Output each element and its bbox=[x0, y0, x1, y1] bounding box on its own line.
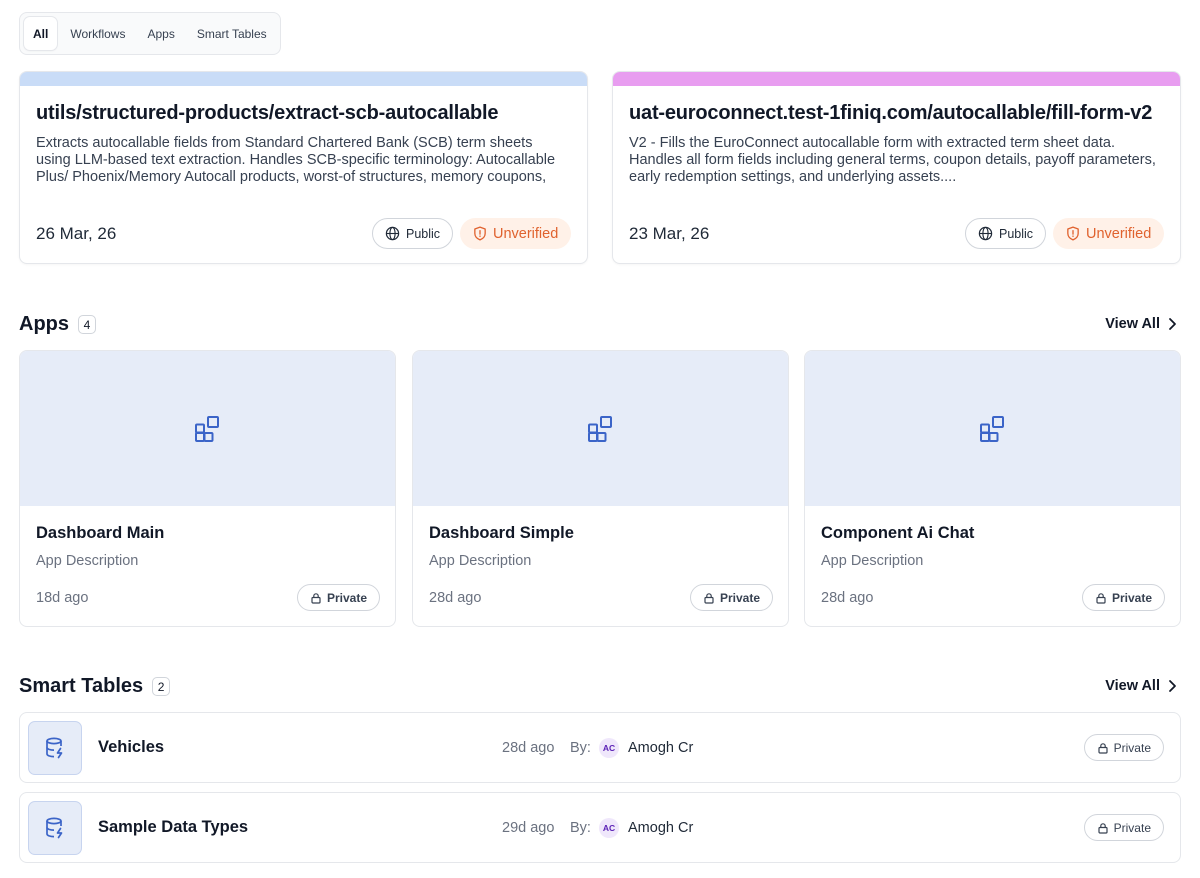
lock-icon bbox=[1098, 742, 1108, 754]
public-label: Public bbox=[999, 226, 1034, 241]
tab-apps[interactable]: Apps bbox=[138, 17, 183, 50]
workflow-date: 23 Mar, 26 bbox=[629, 224, 710, 243]
app-name: Dashboard Simple bbox=[429, 524, 574, 542]
table-by-label: By: bbox=[570, 740, 591, 756]
app-updated-ago: 18d ago bbox=[36, 590, 89, 606]
unverified-badge: Unverified bbox=[1053, 218, 1165, 249]
app-thumbnail bbox=[413, 351, 788, 506]
public-badge: Public bbox=[965, 218, 1047, 249]
private-badge: Private bbox=[296, 584, 380, 611]
view-all-label: View All bbox=[1105, 678, 1160, 694]
workflow-title: utils/structured-products/extract-scb-au… bbox=[36, 102, 499, 124]
public-badge: Public bbox=[372, 218, 454, 249]
workflow-accent-bar bbox=[613, 72, 1180, 86]
table-updated-ago: 29d ago bbox=[502, 820, 555, 836]
unverified-label: Unverified bbox=[493, 225, 559, 242]
lock-icon bbox=[1098, 822, 1108, 834]
app-thumbnail bbox=[805, 351, 1180, 506]
private-label: Private bbox=[1113, 740, 1151, 755]
workflow-card[interactable]: uat-euroconnect.test-1finiq.com/autocall… bbox=[612, 71, 1181, 264]
unverified-label: Unverified bbox=[1086, 225, 1152, 242]
workflow-title: uat-euroconnect.test-1finiq.com/autocall… bbox=[629, 102, 1153, 124]
apps-count-badge: 4 bbox=[78, 315, 96, 334]
table-owner: Amogh Cr bbox=[628, 740, 694, 756]
filter-tabs: All Workflows Apps Smart Tables bbox=[19, 12, 281, 55]
smart-tables-heading: Smart Tables bbox=[19, 675, 144, 697]
database-icon bbox=[28, 801, 82, 855]
app-name: Dashboard Main bbox=[36, 524, 165, 542]
private-badge: Private bbox=[1083, 814, 1164, 841]
app-updated-ago: 28d ago bbox=[429, 590, 482, 606]
app-card[interactable]: Dashboard Main App Description 18d ago P… bbox=[19, 350, 396, 627]
private-badge: Private bbox=[1083, 734, 1164, 761]
smart-tables-section-title: Smart Tables 2 bbox=[19, 675, 171, 698]
table-by-label: By: bbox=[570, 820, 591, 836]
app-thumbnail bbox=[20, 351, 395, 506]
globe-icon bbox=[385, 226, 400, 241]
public-label: Public bbox=[406, 226, 441, 241]
workflow-description: V2 - Fills the EuroConnect autocallable … bbox=[629, 135, 1156, 185]
app-card[interactable]: Component Ai Chat App Description 28d ag… bbox=[804, 350, 1181, 627]
workflow-card[interactable]: utils/structured-products/extract-scb-au… bbox=[19, 71, 588, 264]
app-grid-icon bbox=[587, 415, 612, 442]
table-updated-ago: 28d ago bbox=[502, 740, 555, 756]
unverified-badge: Unverified bbox=[460, 218, 572, 249]
app-description: App Description bbox=[821, 553, 924, 569]
smart-tables-view-all-button[interactable]: View All bbox=[1105, 678, 1178, 694]
smart-tables-count-badge: 2 bbox=[152, 677, 171, 696]
database-lightning-icon bbox=[46, 737, 63, 759]
private-badge: Private bbox=[1081, 584, 1165, 611]
shield-alert-icon bbox=[474, 226, 486, 241]
avatar: AC bbox=[599, 738, 619, 758]
table-owner: Amogh Cr bbox=[628, 820, 694, 836]
globe-icon bbox=[978, 226, 993, 241]
table-name: Sample Data Types bbox=[98, 818, 249, 836]
table-name: Vehicles bbox=[98, 738, 165, 756]
table-row[interactable]: Vehicles 28d ago By: AC Amogh Cr Private bbox=[19, 712, 1181, 783]
tab-workflows[interactable]: Workflows bbox=[61, 17, 134, 50]
private-label: Private bbox=[719, 590, 760, 605]
lock-icon bbox=[704, 592, 714, 604]
apps-heading: Apps bbox=[19, 313, 69, 335]
database-icon bbox=[28, 721, 82, 775]
database-lightning-icon bbox=[46, 817, 63, 839]
lock-icon bbox=[1096, 592, 1106, 604]
view-all-label: View All bbox=[1105, 316, 1160, 332]
private-badge: Private bbox=[689, 584, 773, 611]
apps-section-title: Apps 4 bbox=[19, 313, 96, 336]
workflow-description: Extracts autocallable fields from Standa… bbox=[36, 135, 556, 185]
avatar: AC bbox=[599, 818, 619, 838]
chevron-right-icon bbox=[1169, 318, 1176, 330]
private-label: Private bbox=[326, 590, 367, 605]
app-card[interactable]: Dashboard Simple App Description 28d ago… bbox=[412, 350, 789, 627]
workflow-date: 26 Mar, 26 bbox=[36, 224, 117, 243]
tab-all[interactable]: All bbox=[24, 17, 58, 50]
app-description: App Description bbox=[429, 553, 532, 569]
app-description: App Description bbox=[36, 553, 139, 569]
app-grid-icon bbox=[194, 415, 219, 442]
tab-smart-tables[interactable]: Smart Tables bbox=[188, 17, 276, 50]
apps-view-all-button[interactable]: View All bbox=[1105, 316, 1178, 332]
chevron-right-icon bbox=[1169, 680, 1176, 692]
app-updated-ago: 28d ago bbox=[821, 590, 874, 606]
lock-icon bbox=[311, 592, 321, 604]
table-row[interactable]: Sample Data Types 29d ago By: AC Amogh C… bbox=[19, 792, 1181, 863]
private-label: Private bbox=[1111, 590, 1152, 605]
app-name: Component Ai Chat bbox=[821, 524, 975, 542]
workflow-accent-bar bbox=[20, 72, 587, 86]
private-label: Private bbox=[1113, 820, 1151, 835]
app-grid-icon bbox=[979, 415, 1004, 442]
shield-alert-icon bbox=[1067, 226, 1079, 241]
